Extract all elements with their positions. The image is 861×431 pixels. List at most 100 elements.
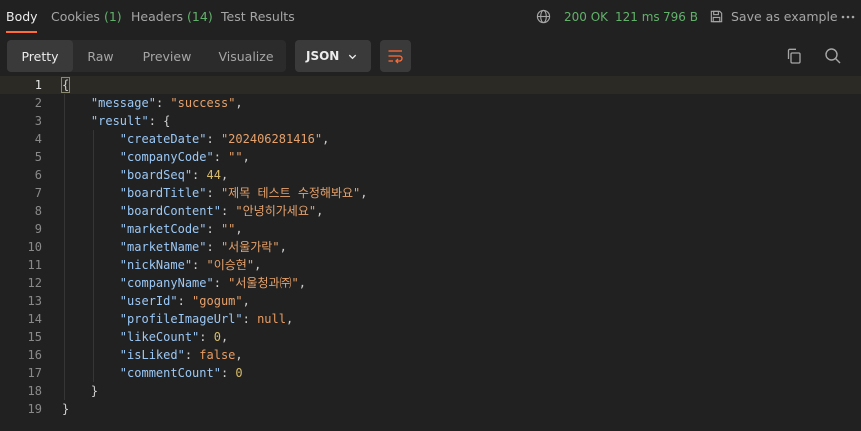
line-number: 3	[34, 114, 42, 128]
code-text: "boardContent": "안녕히가세요",	[62, 202, 324, 220]
json-token: :	[206, 132, 221, 146]
code-text: "boardTitle": "제목 테스트 수정해봐요",	[62, 184, 368, 202]
json-token: ,	[298, 276, 307, 290]
view-mode-raw[interactable]: Raw	[73, 40, 128, 72]
json-token: "안녕히가세요"	[235, 204, 317, 218]
copy-icon[interactable]	[785, 47, 803, 65]
tab-cookies[interactable]: Cookies (1)	[51, 0, 122, 33]
json-token: "서울가락"	[220, 240, 280, 254]
code-line: 3 "result": {	[0, 112, 861, 130]
json-token: "success"	[170, 96, 236, 110]
json-token: ,	[285, 312, 294, 326]
code-text: "boardSeq": 44,	[62, 166, 228, 184]
view-mode-visualize-label: Visualize	[218, 48, 274, 64]
json-token: "userId"	[119, 294, 178, 308]
line-number: 12	[27, 276, 42, 290]
json-response-editor[interactable]: 1{2 "message": "success", 3 "result": {4 …	[0, 76, 861, 422]
code-text: }	[62, 400, 69, 418]
json-token: "marketCode"	[119, 222, 207, 236]
code-text: "result": {	[62, 112, 170, 130]
search-icon[interactable]	[824, 47, 842, 65]
code-line: 9 "marketCode": "",	[0, 220, 861, 238]
tab-headers[interactable]: Headers (14)	[131, 0, 213, 33]
code-text: "isLiked": false,	[62, 346, 243, 364]
response-size-text: 796 B	[663, 9, 698, 24]
line-number: 16	[27, 348, 42, 362]
status-code[interactable]: 200 OK	[564, 0, 608, 33]
globe-icon[interactable]	[536, 9, 551, 24]
line-number: 18	[27, 384, 42, 398]
more-icon[interactable]	[840, 9, 856, 25]
language-select[interactable]: JSON	[295, 40, 371, 72]
line-number: 10	[27, 240, 42, 254]
response-size[interactable]: 796 B	[663, 0, 698, 33]
json-token: "companyName"	[119, 276, 214, 290]
language-select-value: JSON	[306, 49, 340, 63]
chevron-down-icon	[348, 54, 357, 60]
json-token: "result"	[90, 114, 149, 128]
json-token: "createDate"	[119, 132, 207, 146]
tab-headers-count: (14)	[187, 9, 213, 24]
code-line: 12 "companyName": "서울청과㈜",	[0, 274, 861, 292]
code-line: 5 "companyCode": "",	[0, 148, 861, 166]
tab-test-results[interactable]: Test Results	[221, 0, 295, 33]
json-token: : {	[148, 114, 171, 128]
json-token: ,	[316, 204, 324, 218]
tab-headers-label: Headers	[131, 9, 184, 24]
json-token: ,	[235, 96, 243, 110]
json-token: :	[220, 366, 236, 380]
json-token: :	[206, 222, 221, 236]
view-mode-visualize[interactable]: Visualize	[206, 40, 286, 72]
json-token: }	[90, 384, 99, 398]
line-number: 4	[34, 132, 42, 146]
view-mode-pretty[interactable]: Pretty	[7, 40, 73, 72]
tab-cookies-label: Cookies	[51, 9, 100, 24]
json-token: :	[155, 96, 171, 110]
code-line: 19}	[0, 400, 861, 418]
json-token: :	[206, 186, 221, 200]
code-line: 16 "isLiked": false,	[0, 346, 861, 364]
tab-test-results-label: Test Results	[221, 9, 295, 24]
line-number: 11	[27, 258, 42, 272]
save-as-example-button[interactable]: Save as example	[709, 0, 838, 33]
json-token: "profileImageUrl"	[119, 312, 243, 326]
json-token: "boardContent"	[119, 204, 221, 218]
response-tab-bar: Body Cookies (1) Headers (14) Test Resul…	[0, 0, 861, 33]
json-token: :	[220, 204, 236, 218]
save-as-example-label: Save as example	[731, 9, 838, 24]
view-mode-preview[interactable]: Preview	[128, 40, 206, 72]
json-token: :	[213, 276, 229, 290]
code-text: "commentCount": 0	[62, 364, 243, 382]
json-token: "likeCount"	[119, 330, 200, 344]
code-line: 8 "boardContent": "안녕히가세요",	[0, 202, 861, 220]
json-token: "202406281416"	[220, 132, 323, 146]
code-text: "marketCode": "",	[62, 220, 243, 238]
line-number: 5	[34, 150, 42, 164]
json-token: ,	[242, 150, 250, 164]
json-token: :	[206, 240, 221, 254]
code-line: 13 "userId": "gogum",	[0, 292, 861, 310]
tab-cookies-count: (1)	[103, 9, 122, 24]
json-token: "서울청과㈜"	[228, 276, 299, 290]
line-number: 6	[34, 168, 42, 182]
json-token: false	[199, 348, 236, 362]
tab-body[interactable]: Body	[6, 0, 38, 33]
tab-body-label: Body	[6, 9, 38, 24]
line-number: 14	[27, 312, 42, 326]
code-text: "createDate": "202406281416",	[62, 130, 330, 148]
wrap-lines-icon	[388, 50, 403, 64]
code-text: "userId": "gogum",	[62, 292, 250, 310]
wrap-lines-button[interactable]	[380, 40, 411, 72]
json-token: 0	[235, 366, 243, 380]
json-token: ""	[220, 222, 236, 236]
view-mode-switcher: Pretty Raw Preview Visualize	[7, 40, 286, 72]
line-number: 13	[27, 294, 42, 308]
line-number: 1	[34, 78, 42, 92]
code-line: 10 "marketName": "서울가락",	[0, 238, 861, 256]
code-text: }	[62, 382, 98, 400]
response-time[interactable]: 121 ms	[615, 0, 660, 33]
json-token: ,	[242, 294, 250, 308]
json-token: :	[242, 312, 258, 326]
code-line: 15 "likeCount": 0,	[0, 328, 861, 346]
line-number: 15	[27, 330, 42, 344]
